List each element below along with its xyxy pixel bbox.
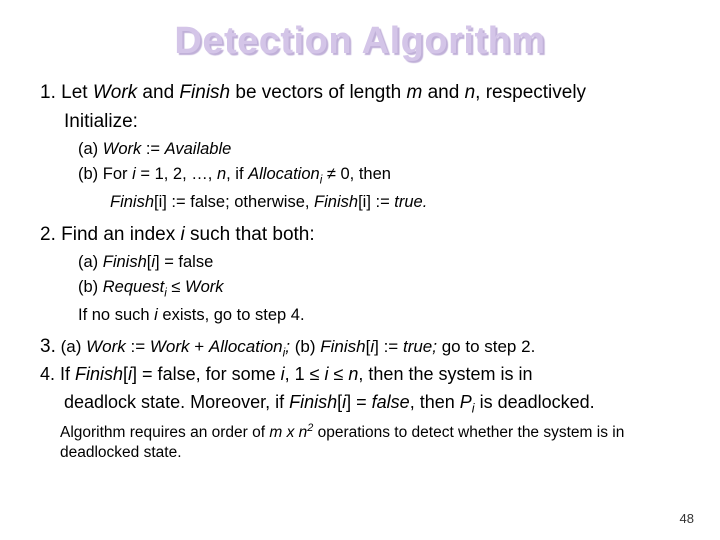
text: (a) — [78, 253, 103, 271]
text: ] = false, for some — [132, 364, 281, 384]
text: 2. Find an index — [40, 224, 180, 245]
var-allocation: Allocation — [209, 337, 283, 356]
text: [i] := false; otherwise, — [154, 193, 314, 211]
var-allocation: Allocation — [248, 165, 320, 183]
text: be vectors of length — [230, 82, 406, 103]
text: exists, go to step 4. — [158, 306, 305, 324]
text: is deadlocked. — [475, 392, 595, 412]
val-false: false — [372, 392, 410, 412]
text: + — [190, 337, 209, 356]
text: , 1 ≤ — [285, 364, 325, 384]
var-p: P — [460, 392, 472, 412]
var-work: Work — [103, 140, 142, 158]
algorithm-note: Algorithm requires an order of m x n2 op… — [60, 421, 680, 463]
var-n: n — [217, 165, 226, 183]
val-true: true. — [394, 193, 427, 211]
var-n: n — [465, 82, 476, 103]
text: , respectively — [475, 82, 586, 103]
text: ] := — [374, 337, 403, 356]
var-finish: Finish — [103, 253, 147, 271]
var-finish: Finish — [110, 193, 154, 211]
text: (b) — [78, 278, 103, 296]
var-finish: Finish — [179, 82, 230, 103]
text: ≠ 0, then — [322, 165, 391, 183]
step-1: 1. Let Work and Finish be vectors of len… — [40, 81, 680, 213]
step-1-intro: 1. Let Work and Finish be vectors of len… — [40, 81, 680, 106]
var-available: Available — [165, 140, 232, 158]
step-2a: (a) Finish[i] = false — [78, 251, 680, 273]
text: If no such — [78, 306, 154, 324]
text: [i] := — [358, 193, 394, 211]
step-2-intro: 2. Find an index i such that both: — [40, 223, 680, 248]
text: 1. Let — [40, 82, 93, 103]
text: := — [141, 140, 164, 158]
text: Algorithm requires an order of — [60, 424, 269, 441]
text: (b) For — [78, 165, 132, 183]
text: ] = false — [155, 253, 213, 271]
step-2: 2. Find an index i such that both: (a) F… — [40, 223, 680, 326]
step-3: 3. (a) Work := Work + Allocationi; (b) F… — [40, 336, 680, 359]
step-2b: (b) Requesti ≤ Work — [78, 276, 680, 302]
complexity: m x n — [269, 424, 307, 441]
text: 4. If — [40, 364, 75, 384]
var-work: Work — [150, 337, 190, 356]
var-finish: Finish — [314, 193, 358, 211]
text: and — [137, 82, 179, 103]
step-2-nosuch: If no such i exists, go to step 4. — [78, 304, 680, 326]
text: such that both: — [185, 224, 315, 245]
text: , then — [410, 392, 460, 412]
var-request: Request — [103, 278, 164, 296]
val-true: true; — [403, 337, 437, 356]
step-number: 3. — [40, 336, 56, 357]
text: = 1, 2, …, — [136, 165, 217, 183]
text: go to step 2. — [437, 337, 535, 356]
text: (a) — [56, 337, 86, 356]
text: ≤ — [167, 278, 185, 296]
page-number: 48 — [680, 511, 694, 526]
step-4-cont: deadlock state. Moreover, if Finish[i] =… — [64, 391, 680, 417]
text: (a) — [78, 140, 103, 158]
var-finish: Finish — [320, 337, 365, 356]
step-1a: (a) Work := Available — [78, 138, 680, 160]
var-work: Work — [86, 337, 126, 356]
text: deadlock state. Moreover, if — [64, 392, 289, 412]
text: ≤ — [329, 364, 349, 384]
text: ] = — [346, 392, 372, 412]
text: and — [422, 82, 464, 103]
var-m: m — [407, 82, 423, 103]
text: (b) — [290, 337, 320, 356]
text: , then the system is in — [358, 364, 532, 384]
step-4: 4. If Finish[i] = false, for some i, 1 ≤… — [40, 363, 680, 386]
step-1b: (b) For i = 1, 2, …, n, if Allocationi ≠… — [78, 163, 680, 189]
var-work: Work — [185, 278, 224, 296]
step-1b-cont: Finish[i] := false; otherwise, Finish[i]… — [110, 191, 680, 213]
text: , if — [226, 165, 248, 183]
slide-title: Detection Algorithm — [40, 20, 680, 63]
var-n: n — [348, 364, 358, 384]
text: := — [126, 337, 150, 356]
var-finish: Finish — [289, 392, 337, 412]
step-1-initialize: Initialize: — [64, 110, 680, 135]
var-finish: Finish — [75, 364, 123, 384]
var-work: Work — [93, 82, 137, 103]
